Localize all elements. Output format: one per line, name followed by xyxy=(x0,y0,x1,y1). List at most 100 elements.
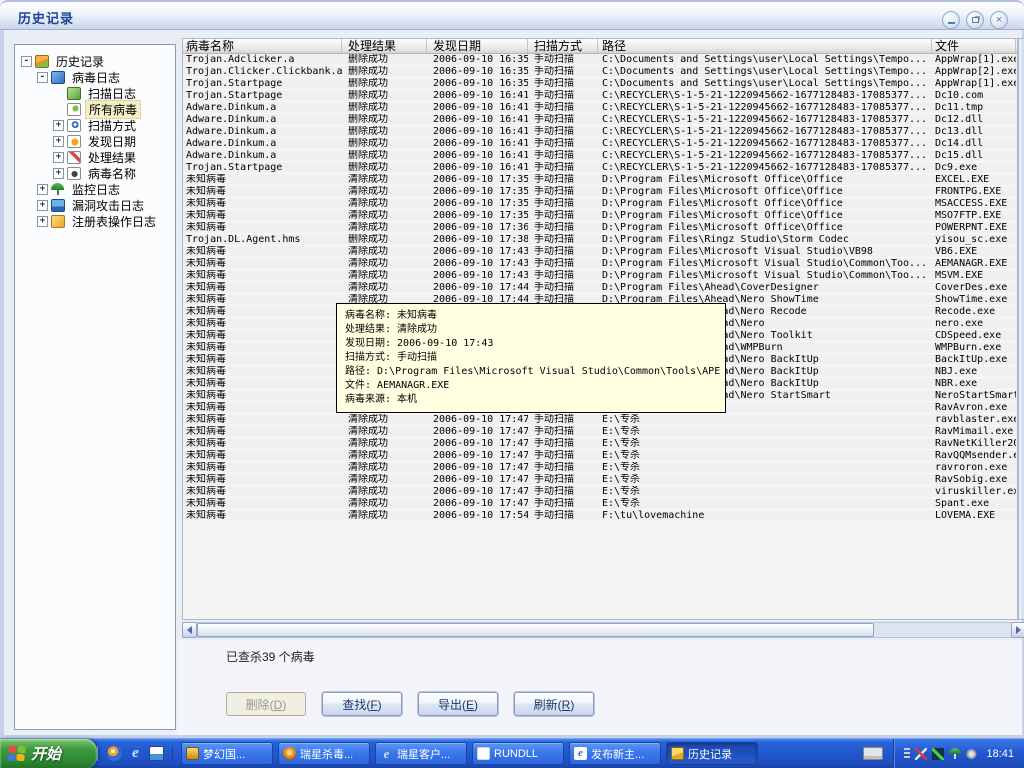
scroll-left-button[interactable] xyxy=(182,622,197,638)
table-row[interactable]: 未知病毒 清除成功 2006-09-10 17:43 手动扫描 D:\Progr… xyxy=(183,258,1017,270)
table-row[interactable]: Adware.Dinkum.a 删除成功 2006-09-10 16:41 手动… xyxy=(183,150,1017,162)
outlook-express-icon[interactable] xyxy=(149,746,164,761)
table-row[interactable]: 未知病毒 清除成功 2006-09-10 17:44 手动扫描 D:\Progr… xyxy=(183,282,1017,294)
tree-expander[interactable]: + xyxy=(37,199,48,211)
table-row[interactable]: 未知病毒 清除成功 2006-09-10 17:54 手动扫描 F:\tu\lo… xyxy=(183,510,1017,522)
cell-file: LOVEMA.EXE xyxy=(935,510,996,521)
titlebar[interactable]: 历史记录 × xyxy=(0,0,1024,30)
taskbar-task[interactable]: 梦幻国... xyxy=(181,742,273,765)
tree-item[interactable]: + 扫描方式 xyxy=(15,117,175,133)
system-tray: 18:41 xyxy=(893,738,1024,768)
cell-virus-name: 未知病毒 xyxy=(186,402,226,413)
table-row[interactable]: 未知病毒 清除成功 2006-09-10 17:47 手动扫描 E:\专杀 ra… xyxy=(183,414,1017,426)
volume-icon[interactable] xyxy=(966,747,979,760)
tree-item[interactable]: + 发现日期 xyxy=(15,133,175,149)
download-manager-icon[interactable] xyxy=(915,747,928,760)
tree-expander[interactable]: - xyxy=(37,71,48,83)
table-row[interactable]: Trojan.Startpage 删除成功 2006-09-10 16:35 手… xyxy=(183,78,1017,90)
dialup-icon[interactable] xyxy=(904,747,911,760)
taskbar-task[interactable]: 瑞星杀毒... xyxy=(278,742,370,765)
tree-item[interactable]: + 监控日志 xyxy=(15,181,175,197)
cell-file: Dc14.dll xyxy=(935,138,984,149)
table-row[interactable]: 未知病毒 清除成功 2006-09-10 17:47 手动扫描 E:\专杀 Ra… xyxy=(183,438,1017,450)
scroll-right-button[interactable] xyxy=(1011,622,1024,638)
scroll-track[interactable] xyxy=(197,622,1011,638)
column-header-scan-method[interactable]: 扫描方式 xyxy=(528,39,598,53)
tree-expander[interactable]: + xyxy=(53,135,64,147)
table-row[interactable]: 未知病毒 清除成功 2006-09-10 17:47 手动扫描 E:\专杀 Sp… xyxy=(183,498,1017,510)
table-row[interactable]: 未知病毒 清除成功 2006-09-10 17:43 手动扫描 D:\Progr… xyxy=(183,246,1017,258)
cell-file: POWERPNT.EXE xyxy=(935,222,1008,233)
table-row[interactable]: 未知病毒 清除成功 2006-09-10 17:47 手动扫描 E:\专杀 ra… xyxy=(183,462,1017,474)
column-header-date[interactable]: 发现日期 xyxy=(427,39,528,53)
internet-explorer-icon[interactable]: e xyxy=(128,746,143,761)
column-header-file[interactable]: 文件 xyxy=(932,39,1016,53)
table-row[interactable]: Trojan.DL.Agent.hms 删除成功 2006-09-10 17:3… xyxy=(183,234,1017,246)
table-row[interactable]: Trojan.Clicker.Clickbank.a 删除成功 2006-09-… xyxy=(183,66,1017,78)
restore-button[interactable] xyxy=(966,11,984,29)
tree-item[interactable]: + 病毒名称 xyxy=(15,165,175,181)
tree-expander[interactable]: + xyxy=(53,119,64,131)
vertical-scrollbar[interactable] xyxy=(1018,38,1024,620)
column-header-result[interactable]: 处理结果 xyxy=(342,39,427,53)
action-button[interactable]: 导出(E) xyxy=(418,692,498,716)
tree-item[interactable]: - 病毒日志 xyxy=(15,69,175,85)
taskbar-task[interactable]: 发布新主... xyxy=(569,742,661,765)
rising-monitor-umbrella-icon[interactable] xyxy=(949,748,961,760)
table-row[interactable]: 未知病毒 清除成功 2006-09-10 17:35 手动扫描 D:\Progr… xyxy=(183,186,1017,198)
horizontal-scrollbar[interactable] xyxy=(182,622,1024,638)
tree-expander[interactable]: - xyxy=(21,55,32,67)
close-button[interactable]: × xyxy=(990,11,1008,29)
table-row[interactable]: 未知病毒 清除成功 2006-09-10 17:47 手动扫描 E:\专杀 Ra… xyxy=(183,450,1017,462)
column-header-path[interactable]: 路径 xyxy=(598,39,932,53)
table-row[interactable]: Adware.Dinkum.a 删除成功 2006-09-10 16:41 手动… xyxy=(183,138,1017,150)
tree-expander[interactable]: + xyxy=(53,167,64,179)
table-row[interactable]: 未知病毒 清除成功 2006-09-10 17:43 手动扫描 D:\Progr… xyxy=(183,270,1017,282)
taskbar-clock[interactable]: 18:41 xyxy=(986,748,1014,760)
taskbar-task[interactable]: 瑞星客户... xyxy=(375,742,467,765)
cell-path: E:\专杀 xyxy=(602,486,641,497)
tree-item[interactable]: - 历史记录 xyxy=(15,53,175,69)
table-row[interactable]: Adware.Dinkum.a 删除成功 2006-09-10 16:41 手动… xyxy=(183,114,1017,126)
table-row[interactable]: 未知病毒 清除成功 2006-09-10 17:47 手动扫描 E:\专杀 Ra… xyxy=(183,426,1017,438)
firewall-icon[interactable] xyxy=(932,747,945,760)
cell-scan-method: 手动扫描 xyxy=(534,90,574,101)
taskbar-task[interactable]: 历史记录 xyxy=(666,742,758,765)
action-button[interactable]: 删除(D) xyxy=(226,692,306,716)
action-button[interactable]: 查找(F) xyxy=(322,692,402,716)
cell-virus-name: 未知病毒 xyxy=(186,390,226,401)
cell-date: 2006-09-10 17:47 xyxy=(433,414,528,425)
tree-expander[interactable]: + xyxy=(37,215,48,227)
table-row[interactable]: Adware.Dinkum.a 删除成功 2006-09-10 16:41 手动… xyxy=(183,102,1017,114)
action-button[interactable]: 刷新(R) xyxy=(514,692,594,716)
cell-scan-method: 手动扫描 xyxy=(534,222,574,233)
minimize-button[interactable] xyxy=(942,11,960,29)
table-row[interactable]: Trojan.Startpage 删除成功 2006-09-10 16:41 手… xyxy=(183,162,1017,174)
table-row[interactable]: 未知病毒 清除成功 2006-09-10 17:35 手动扫描 D:\Progr… xyxy=(183,174,1017,186)
table-row[interactable]: Trojan.Startpage 删除成功 2006-09-10 16:41 手… xyxy=(183,90,1017,102)
table-row[interactable]: 未知病毒 清除成功 2006-09-10 17:47 手动扫描 E:\专杀 vi… xyxy=(183,486,1017,498)
tree-expander[interactable]: + xyxy=(37,183,48,195)
input-method-icon[interactable] xyxy=(863,747,884,760)
tree-item[interactable]: 所有病毒 xyxy=(15,99,175,119)
table-row[interactable]: 未知病毒 清除成功 2006-09-10 17:35 手动扫描 D:\Progr… xyxy=(183,198,1017,210)
cell-scan-method: 手动扫描 xyxy=(534,474,574,485)
cell-virus-name: 未知病毒 xyxy=(186,510,226,521)
start-button[interactable]: 开始 xyxy=(0,738,97,768)
table-row[interactable]: 未知病毒 清除成功 2006-09-10 17:36 手动扫描 D:\Progr… xyxy=(183,222,1017,234)
table-row[interactable]: 未知病毒 清除成功 2006-09-10 17:47 手动扫描 E:\专杀 Ra… xyxy=(183,474,1017,486)
table-row[interactable]: Trojan.Adclicker.a 删除成功 2006-09-10 16:35… xyxy=(183,54,1017,66)
scroll-thumb[interactable] xyxy=(197,623,874,637)
tree-item[interactable]: + 漏洞攻击日志 xyxy=(15,197,175,213)
table-row[interactable]: 未知病毒 清除成功 2006-09-10 17:35 手动扫描 D:\Progr… xyxy=(183,210,1017,222)
cell-virus-name: 未知病毒 xyxy=(186,222,226,233)
taskbar-task[interactable]: RUNDLL xyxy=(472,742,564,765)
media-player-icon[interactable] xyxy=(107,746,122,761)
quick-launch: e xyxy=(97,746,173,761)
tree-item[interactable]: + 处理结果 xyxy=(15,149,175,165)
task-label: 梦幻国... xyxy=(203,748,246,761)
tree-expander[interactable]: + xyxy=(53,151,64,163)
column-header-virus-name[interactable]: 病毒名称 xyxy=(183,39,342,53)
tree-item[interactable]: + 注册表操作日志 xyxy=(15,213,175,229)
table-row[interactable]: Adware.Dinkum.a 删除成功 2006-09-10 16:41 手动… xyxy=(183,126,1017,138)
